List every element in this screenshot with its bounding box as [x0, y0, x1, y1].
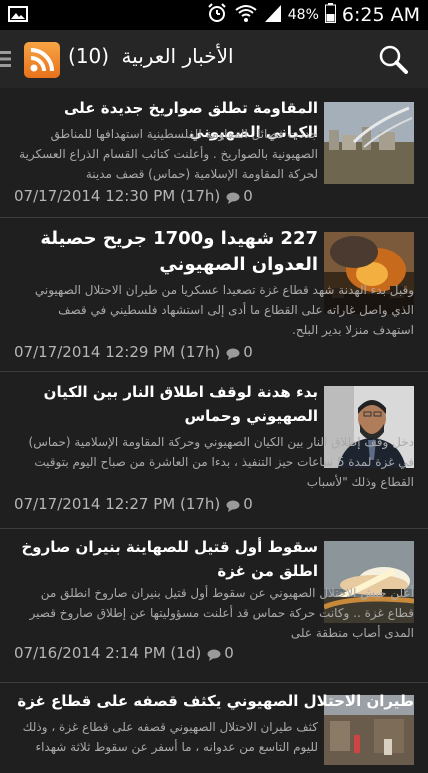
list-item[interactable]: بدء هدنة لوقف اطلاق النار بين الكيان الص… [0, 371, 428, 528]
menu-icon[interactable] [0, 50, 12, 68]
article-headline: سقوط أول قتيل للصهاينة بنيران صاروخ اطلق… [21, 538, 318, 580]
action-bar: الأخبار العربية (10) [0, 30, 428, 88]
page-title: الأخبار العربية (10) [68, 44, 234, 68]
article-date: 07/16/2014 2:14 PM (1d) [14, 644, 202, 662]
list-item[interactable]: المقاومة تطلق صواريخ جديدة على الكياني ا… [0, 88, 428, 217]
article-headline: بدء هدنة لوقف اطلاق النار بين الكيان الص… [43, 383, 318, 425]
article-snippet: دخل وقف إطلاق النار بين الكيان الصهيوني … [28, 435, 414, 489]
search-icon[interactable] [378, 44, 408, 74]
wifi-icon [234, 3, 258, 27]
comment-count: 0 [243, 495, 253, 513]
feed-title: الأخبار العربية [121, 44, 234, 68]
battery-icon [324, 3, 336, 27]
article-meta: 07/17/2014 12:30 PM (17h) 0 [14, 187, 253, 205]
comment-count: 0 [224, 644, 234, 662]
list-item[interactable]: طيران الاحتلال الصهيوني يكثف قصفه على قط… [0, 682, 428, 773]
article-headline: 227 شهيدا و1700 جريح حصيلة العدوان الصهي… [40, 228, 318, 275]
article-meta: 07/17/2014 12:29 PM (17h) 0 [14, 343, 253, 361]
article-date: 07/17/2014 12:30 PM (17h) [14, 187, 221, 205]
article-snippet: أعلن جيش الاحتلال الصهيوني عن سقوط أول ق… [29, 586, 414, 640]
clock: 6:25 AM [341, 4, 420, 26]
unread-count: (10) [68, 44, 110, 68]
article-list: المقاومة تطلق صواريخ جديدة على الكياني ا… [0, 88, 428, 773]
article-meta: 07/17/2014 12:27 PM (17h) 0 [14, 495, 253, 513]
comment-icon [207, 647, 221, 661]
status-bar: 48% 6:25 AM [0, 0, 428, 30]
article-date: 07/17/2014 12:29 PM (17h) [14, 343, 221, 361]
list-item[interactable]: سقوط أول قتيل للصهاينة بنيران صاروخ اطلق… [0, 528, 428, 682]
battery-percent: 48% [287, 7, 319, 23]
signal-icon [264, 3, 282, 27]
article-snippet: وقبل بدء الهدنة شهد قطاع غزة تصعيدا عسكر… [34, 283, 414, 337]
comment-count: 0 [243, 187, 253, 205]
article-snippet: كثف طيران الاحتلال الصهيوني قصفه على قطا… [22, 720, 318, 754]
comment-count: 0 [243, 343, 253, 361]
article-meta: 07/16/2014 2:14 PM (1d) 0 [14, 644, 234, 662]
gallery-notification-icon [8, 6, 28, 22]
list-item[interactable]: 227 شهيدا و1700 جريح حصيلة العدوان الصهي… [0, 217, 428, 371]
alarm-icon [206, 2, 228, 28]
comment-icon [226, 498, 240, 512]
article-snippet: جددت فصائل المقاومة الفلسطينية استهدافها… [19, 127, 318, 181]
article-thumbnail [324, 102, 414, 184]
comment-icon [226, 346, 240, 360]
article-headline: طيران الاحتلال الصهيوني يكثف قصفه على قط… [17, 692, 414, 710]
article-date: 07/17/2014 12:27 PM (17h) [14, 495, 221, 513]
rss-logo-icon[interactable] [24, 42, 60, 78]
comment-icon [226, 190, 240, 204]
